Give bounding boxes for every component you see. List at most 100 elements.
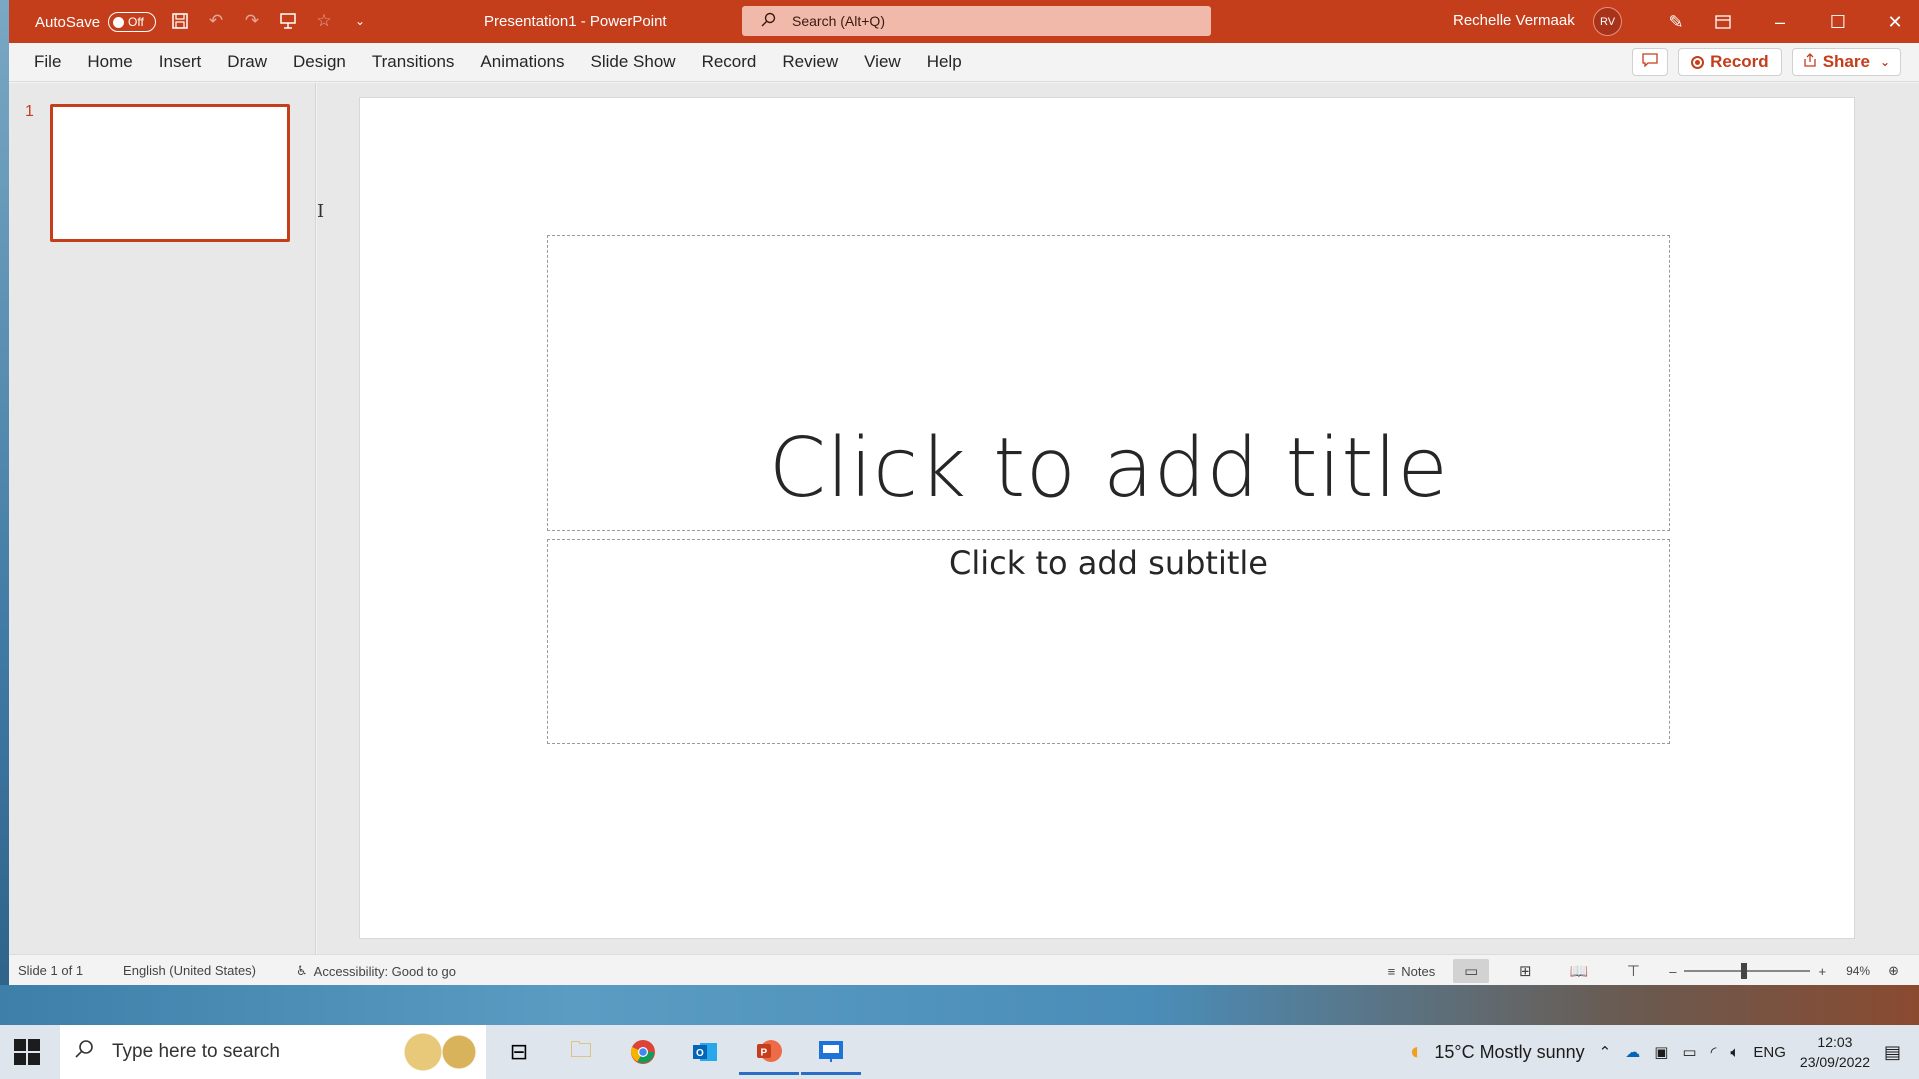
- notification-icon[interactable]: ▤: [1884, 1042, 1901, 1063]
- ribbon-actions: Record Share ⌄: [1632, 48, 1901, 76]
- slide-canvas[interactable]: Click to add title Click to add subtitle: [359, 97, 1855, 939]
- thumbnail-number: 1: [25, 103, 34, 120]
- redo-icon[interactable]: ↷: [239, 9, 265, 33]
- weather-text: 15°C Mostly sunny: [1434, 1041, 1585, 1062]
- maximize-icon[interactable]: ☐: [1823, 9, 1853, 35]
- volume-icon[interactable]: 🔈︎: [1730, 1044, 1739, 1061]
- system-tray: ◐ 15°C Mostly sunny ⌃ ☁ ▣ ▭ ◜ 🔈︎ ENG 12:…: [1410, 1025, 1919, 1079]
- tab-slide-show[interactable]: Slide Show: [578, 52, 689, 72]
- subtitle-placeholder[interactable]: Click to add subtitle: [547, 539, 1670, 744]
- battery-icon[interactable]: ▭: [1682, 1043, 1696, 1061]
- zoom-slider-thumb[interactable]: [1741, 963, 1748, 979]
- input-language[interactable]: ENG: [1753, 1044, 1786, 1061]
- tab-design[interactable]: Design: [280, 52, 359, 72]
- close-icon[interactable]: ✕: [1880, 9, 1910, 35]
- record-icon: [1691, 55, 1705, 69]
- title-bar: AutoSave Off ↶ ↷ ☆ ⌄ Presentation1 - Pow…: [9, 0, 1919, 43]
- tab-help[interactable]: Help: [914, 52, 975, 72]
- status-left: Slide 1 of 1 English (United States) ♿ A…: [18, 963, 456, 979]
- ribbon-tab-bar: File Home Insert Draw Design Transitions…: [9, 43, 1919, 82]
- taskbar-search-box[interactable]: Type here to search: [60, 1025, 486, 1079]
- notes-button[interactable]: ≡ Notes: [1388, 964, 1436, 979]
- tab-draw[interactable]: Draw: [214, 52, 280, 72]
- windows-logo-pane: [28, 1053, 40, 1065]
- file-explorer-icon[interactable]: 🗀: [551, 1029, 611, 1075]
- slide-show-view-button[interactable]: ⊤: [1615, 959, 1651, 983]
- designer-pen-icon[interactable]: ✎: [1661, 9, 1691, 35]
- weather-widget[interactable]: ◐ 15°C Mostly sunny: [1410, 1038, 1585, 1066]
- tab-animations[interactable]: Animations: [467, 52, 577, 72]
- text-cursor-icon: I: [317, 201, 325, 222]
- whiteboard-app-icon[interactable]: [801, 1029, 861, 1075]
- tab-view[interactable]: View: [851, 52, 914, 72]
- accessibility-label: Accessibility: Good to go: [313, 963, 457, 979]
- record-button[interactable]: Record: [1678, 48, 1782, 76]
- save-icon[interactable]: [167, 9, 193, 33]
- tab-file[interactable]: File: [21, 52, 74, 72]
- slide-sorter-view-button[interactable]: ⊞: [1507, 959, 1543, 983]
- search-box[interactable]: Search (Alt+Q): [742, 6, 1211, 36]
- start-button[interactable]: [14, 1039, 40, 1065]
- windows-logo-pane: [14, 1053, 26, 1065]
- zoom-slider[interactable]: [1684, 963, 1811, 979]
- ribbon-display-options-icon[interactable]: [1708, 9, 1738, 35]
- zoom-in-button[interactable]: +: [1818, 964, 1826, 979]
- windows-logo-pane: [14, 1039, 26, 1051]
- language-status[interactable]: English (United States): [123, 963, 256, 979]
- tab-record[interactable]: Record: [689, 52, 770, 72]
- tab-review[interactable]: Review: [769, 52, 851, 72]
- quick-access-toolbar: ↶ ↷ ☆ ⌄: [167, 9, 373, 33]
- clock[interactable]: 12:03 23/09/2022: [1800, 1032, 1870, 1072]
- chevron-up-icon[interactable]: ⌃: [1599, 1043, 1612, 1061]
- desktop-background: [0, 985, 1919, 1025]
- onedrive-icon[interactable]: ☁: [1625, 1043, 1640, 1061]
- search-icon: [74, 1039, 94, 1065]
- autosave-control[interactable]: AutoSave Off: [35, 12, 157, 32]
- normal-view-button[interactable]: ▭: [1453, 959, 1490, 983]
- reading-view-button[interactable]: 📖: [1561, 959, 1597, 983]
- slide-thumbnail[interactable]: [50, 104, 290, 242]
- notes-icon: ≡: [1387, 963, 1396, 979]
- share-button[interactable]: Share ⌄: [1791, 48, 1901, 76]
- taskbar-search-placeholder: Type here to search: [112, 1041, 280, 1062]
- slide-thumbnail-pane: 1: [9, 83, 316, 954]
- accessibility-status[interactable]: ♿ Accessibility: Good to go: [296, 963, 456, 979]
- customize-qat-icon[interactable]: ⌄: [347, 9, 373, 33]
- svg-text:P: P: [761, 1047, 768, 1058]
- star-icon[interactable]: ☆: [311, 9, 337, 33]
- tab-home[interactable]: Home: [74, 52, 145, 72]
- notes-label: Notes: [1401, 963, 1436, 979]
- present-from-beginning-icon[interactable]: [275, 9, 301, 33]
- fit-slide-icon[interactable]: ⊕: [1888, 963, 1899, 979]
- comments-button[interactable]: [1632, 48, 1669, 76]
- powerpoint-taskbar-icon[interactable]: P: [739, 1029, 799, 1075]
- tab-insert[interactable]: Insert: [146, 52, 215, 72]
- status-bar: Slide 1 of 1 English (United States) ♿ A…: [9, 954, 1919, 985]
- tab-transitions[interactable]: Transitions: [359, 52, 468, 72]
- chrome-icon[interactable]: [613, 1029, 673, 1075]
- title-placeholder[interactable]: Click to add title: [547, 235, 1670, 531]
- autosave-label: AutoSave: [35, 13, 101, 31]
- clock-time: 12:03: [1817, 1034, 1853, 1050]
- outlook-icon[interactable]: O: [675, 1029, 735, 1075]
- zoom-out-button[interactable]: –: [1669, 964, 1676, 979]
- minimize-icon[interactable]: –: [1765, 9, 1795, 35]
- share-icon: [1803, 52, 1817, 72]
- windows-taskbar: Type here to search ⊟ 🗀 O P ◐ 15°C Mostl…: [0, 1025, 1919, 1079]
- accessibility-icon: ♿: [296, 963, 308, 978]
- title-placeholder-text: Click to add title: [768, 421, 1449, 516]
- autosave-toggle[interactable]: Off: [108, 12, 157, 32]
- slide-counter: Slide 1 of 1: [18, 963, 84, 978]
- wifi-icon[interactable]: ◜: [1711, 1043, 1717, 1061]
- user-name[interactable]: Rechelle Vermaak: [1453, 12, 1575, 29]
- ribbon-tabs: File Home Insert Draw Design Transitions…: [21, 52, 975, 72]
- zoom-level[interactable]: 94%: [1846, 964, 1870, 978]
- task-view-icon[interactable]: ⊟: [489, 1029, 549, 1075]
- record-label: Record: [1710, 52, 1769, 71]
- avatar[interactable]: RV: [1593, 7, 1622, 36]
- svg-text:O: O: [696, 1048, 704, 1059]
- undo-icon[interactable]: ↶: [203, 9, 229, 33]
- powerpoint-window: AutoSave Off ↶ ↷ ☆ ⌄ Presentation1 - Pow…: [9, 0, 1919, 985]
- chevron-down-icon[interactable]: ⌄: [1880, 55, 1890, 69]
- security-icon[interactable]: ▣: [1654, 1043, 1668, 1061]
